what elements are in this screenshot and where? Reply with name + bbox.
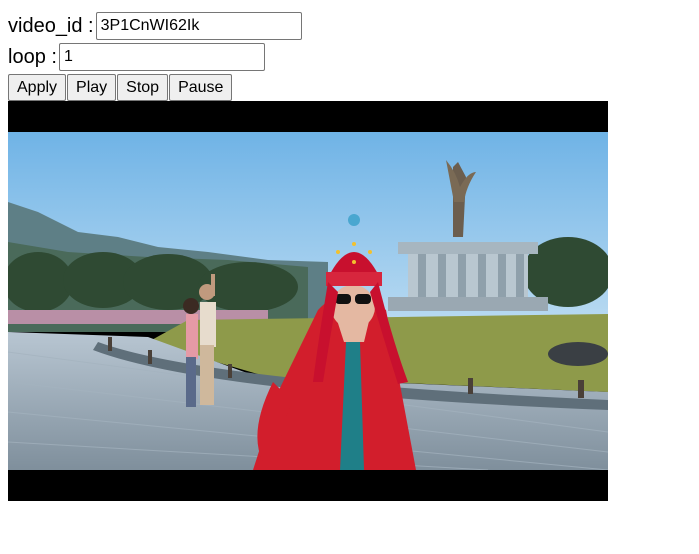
video-still-image (8, 132, 608, 470)
loop-input[interactable] (58, 43, 265, 71)
stop-button[interactable]: Stop (117, 74, 169, 101)
play-button[interactable]: Play (67, 74, 117, 101)
video-frame[interactable] (8, 132, 608, 470)
loop-label: loop : (8, 45, 57, 68)
page: video_id : loop : Apply Play Stop Pause (0, 0, 699, 554)
loop-row: loop : (8, 42, 265, 72)
video-id-input[interactable] (95, 12, 302, 40)
video-player[interactable] (8, 101, 608, 501)
apply-button[interactable]: Apply (8, 74, 67, 101)
video-id-row: video_id : (8, 11, 302, 41)
pause-button[interactable]: Pause (169, 74, 233, 101)
control-buttons: Apply Play Stop Pause (8, 74, 233, 101)
video-id-label: video_id : (8, 14, 94, 37)
